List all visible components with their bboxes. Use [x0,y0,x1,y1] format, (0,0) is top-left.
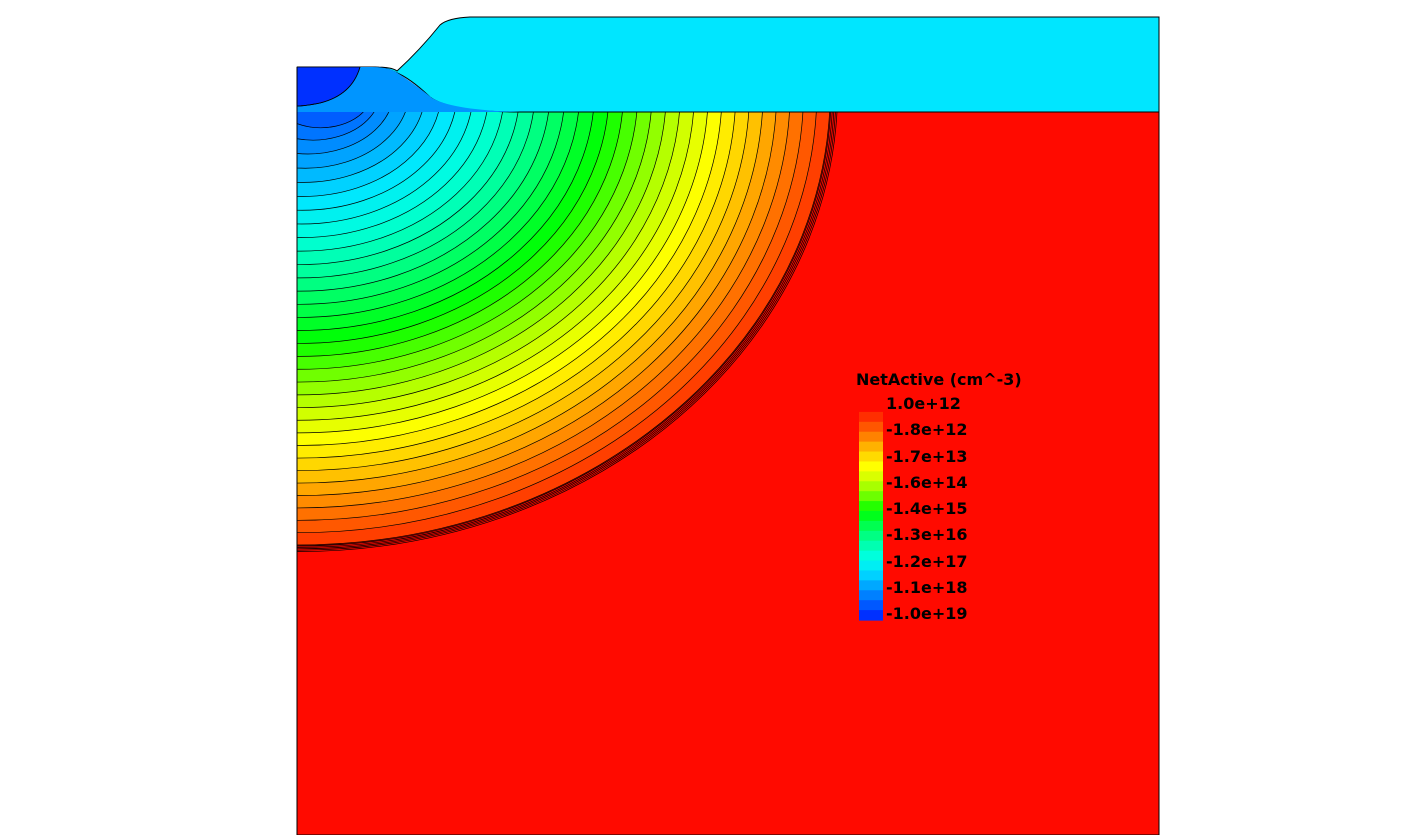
legend-label: -1.0e+19 [886,604,968,623]
legend-swatch [859,441,883,453]
legend-swatch [859,402,883,413]
legend-label: -1.7e+13 [886,447,968,466]
legend-swatch [859,471,883,482]
doping-profile-plot: NetActive (cm^-3) 1.0e+12 -1.8e+12 -1.7e… [296,16,1160,836]
legend-label: -1.1e+18 [886,578,968,597]
legend-label: 1.0e+12 [886,394,961,413]
legend-labels: 1.0e+12 -1.8e+12 -1.7e+13 -1.6e+14 -1.4e… [886,394,968,623]
legend-swatch [859,570,883,581]
legend-swatch [859,590,883,601]
legend-swatch [859,511,883,522]
legend-label: -1.3e+16 [886,525,968,544]
legend-swatch [859,491,883,502]
legend-swatch [859,610,883,621]
legend-swatch [859,520,883,532]
legend-label: -1.6e+14 [886,473,968,492]
legend-swatch [859,411,883,423]
legend-swatch [859,451,883,463]
legend-swatch [859,600,883,611]
legend-swatch [859,461,883,472]
legend-swatch [859,421,883,433]
legend-swatch [859,501,883,512]
legend-swatch [859,580,883,591]
legend-swatch [859,540,883,552]
legend-swatch [859,530,883,542]
legend-label: -1.2e+17 [886,552,968,571]
legend-swatch [859,550,883,562]
legend-label: -1.8e+12 [886,420,968,439]
legend-swatch [859,431,883,443]
legend-swatch [859,560,883,572]
legend-color-bar [859,402,883,621]
legend-title: NetActive (cm^-3) [856,370,1022,389]
simulation-viewport[interactable]: NetActive (cm^-3) 1.0e+12 -1.8e+12 -1.7e… [0,0,1428,836]
legend-label: -1.4e+15 [886,499,968,518]
legend-swatch [859,481,883,492]
